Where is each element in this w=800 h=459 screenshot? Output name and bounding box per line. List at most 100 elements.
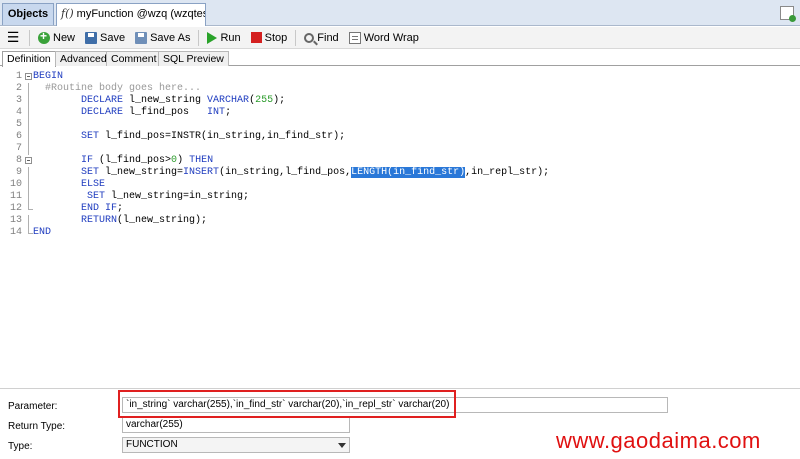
editor-toolbar: ☰ New Save Save As Run Stop Find Word Wr… [0,27,800,49]
code-line[interactable]: 14 END [0,227,800,239]
tab-my-function-label: myFunction @wzq (wzqtest)... [76,8,205,20]
code-line[interactable]: 12 END IF; [0,203,800,215]
code-text: SET l_find_pos=INSTR(in_string,in_find_s… [81,131,346,142]
find-button-label: Find [317,31,339,44]
code-text: END IF; [81,203,124,214]
type-select-value: FUNCTION [126,439,178,450]
code-line[interactable]: 13 RETURN(l_new_string); [0,215,800,227]
fold-guide [25,203,33,215]
code-line[interactable]: 9 SET l_new_string=INSERT(in_string,l_fi… [0,167,800,179]
save-button[interactable]: Save [80,28,130,48]
line-number: 13 [9,215,22,226]
save-as-icon [135,31,148,44]
word-wrap-button-label: Word Wrap [363,31,419,44]
fold-guide [25,131,33,143]
line-number: 2 [15,83,22,94]
word-wrap-icon [348,31,361,44]
code-line[interactable]: 2 #Routine body goes here... [0,83,800,95]
toolbar-divider [198,29,200,46]
line-number: 5 [15,119,22,130]
code-line[interactable]: 10 ELSE [0,179,800,191]
fold-toggle-icon[interactable] [25,155,33,167]
fold-guide [25,95,33,107]
stop-button-label: Stop [264,31,288,44]
new-button-label: New [53,31,76,44]
save-icon [85,31,98,44]
parameter-label: Parameter: [8,401,58,412]
code-line[interactable]: 6 SET l_find_pos=INSTR(in_string,in_find… [0,131,800,143]
type-label: Type: [8,441,33,452]
code-text: RETURN(l_new_string); [81,215,208,226]
code-line[interactable]: 7 [0,143,800,155]
fold-guide [25,167,33,179]
chevron-down-icon [338,443,346,448]
code-text: #Routine body goes here... [33,83,202,94]
new-icon [38,29,50,44]
fold-guide [25,107,33,119]
code-text: DECLARE l_find_pos INT; [81,107,232,118]
word-wrap-button[interactable]: Word Wrap [344,28,424,48]
code-text: SET l_new_string=in_string; [87,191,250,202]
tab-definition[interactable]: Definition [2,51,56,67]
tab-objects[interactable]: Objects [2,3,54,25]
new-button[interactable]: New [33,28,80,48]
code-line[interactable]: 8 IF (l_find_pos>0) THEN [0,155,800,167]
code-line[interactable]: 1 BEGIN [0,71,800,83]
code-text: SET l_new_string=INSERT(in_string,l_find… [81,167,550,178]
code-text: ELSE [81,179,106,190]
document-tab-bar: Objects f()myFunction @wzq (wzqtest)... [0,0,800,26]
code-line[interactable]: 5 [0,119,800,131]
menu-icon[interactable]: ☰ [0,29,26,46]
tab-advanced[interactable]: Advanced [55,51,112,66]
tab-sql-preview[interactable]: SQL Preview [158,51,229,66]
toolbar-divider [295,29,297,46]
code-text: DECLARE l_new_string VARCHAR(255); [81,95,286,106]
fold-toggle-icon[interactable] [25,71,33,83]
tab-comment[interactable]: Comment [106,51,162,66]
code-line[interactable]: 3 DECLARE l_new_string VARCHAR(255); [0,95,800,107]
return-type-label: Return Type: [8,421,66,432]
return-type-input[interactable]: varchar(255) [122,417,350,433]
text-selection[interactable]: LENGTH(in_find_str) [351,167,466,178]
code-editor[interactable]: 1 BEGIN 2 #Routine body goes here... 3 DECL… [0,67,800,387]
line-number: 8 [15,155,22,166]
line-number: 6 [15,131,22,142]
find-button[interactable]: Find [299,28,343,48]
code-text: END [33,227,52,238]
fold-guide [25,143,33,155]
fold-guide [25,119,33,131]
line-number: 3 [15,95,22,106]
new-window-icon[interactable] [780,6,796,22]
tab-my-function[interactable]: f()myFunction @wzq (wzqtest)... [56,3,206,26]
fold-guide [25,227,33,239]
line-number: 4 [15,107,22,118]
editor-subtabs: Definition Advanced Comment SQL Preview [0,50,800,67]
fold-guide [25,83,33,95]
run-button-label: Run [220,31,241,44]
line-number: 14 [9,227,22,238]
line-number: 1 [15,71,22,82]
fold-guide [25,215,33,227]
code-line[interactable]: 11 SET l_new_string=in_string; [0,191,800,203]
run-icon [207,31,218,44]
fold-guide [25,191,33,203]
save-as-button[interactable]: Save As [130,28,195,48]
code-text: BEGIN [33,71,64,82]
function-icon: f() [61,7,74,20]
line-number: 10 [9,179,22,190]
parameter-input[interactable]: `in_string` varchar(255),`in_find_str` v… [122,397,668,413]
save-as-button-label: Save As [150,31,191,44]
stop-icon [250,32,262,43]
type-select[interactable]: FUNCTION [122,437,350,453]
run-button[interactable]: Run [202,28,245,48]
watermark: www.gaodaima.com [556,428,761,453]
line-number: 9 [15,167,22,178]
code-text: IF (l_find_pos>0) THEN [81,155,214,166]
line-number: 11 [9,191,22,202]
toolbar-divider [29,29,30,46]
stop-button[interactable]: Stop [246,28,293,48]
search-icon [304,32,315,43]
line-number: 12 [9,203,22,214]
line-number: 7 [15,143,22,154]
code-line[interactable]: 4 DECLARE l_find_pos INT; [0,107,800,119]
